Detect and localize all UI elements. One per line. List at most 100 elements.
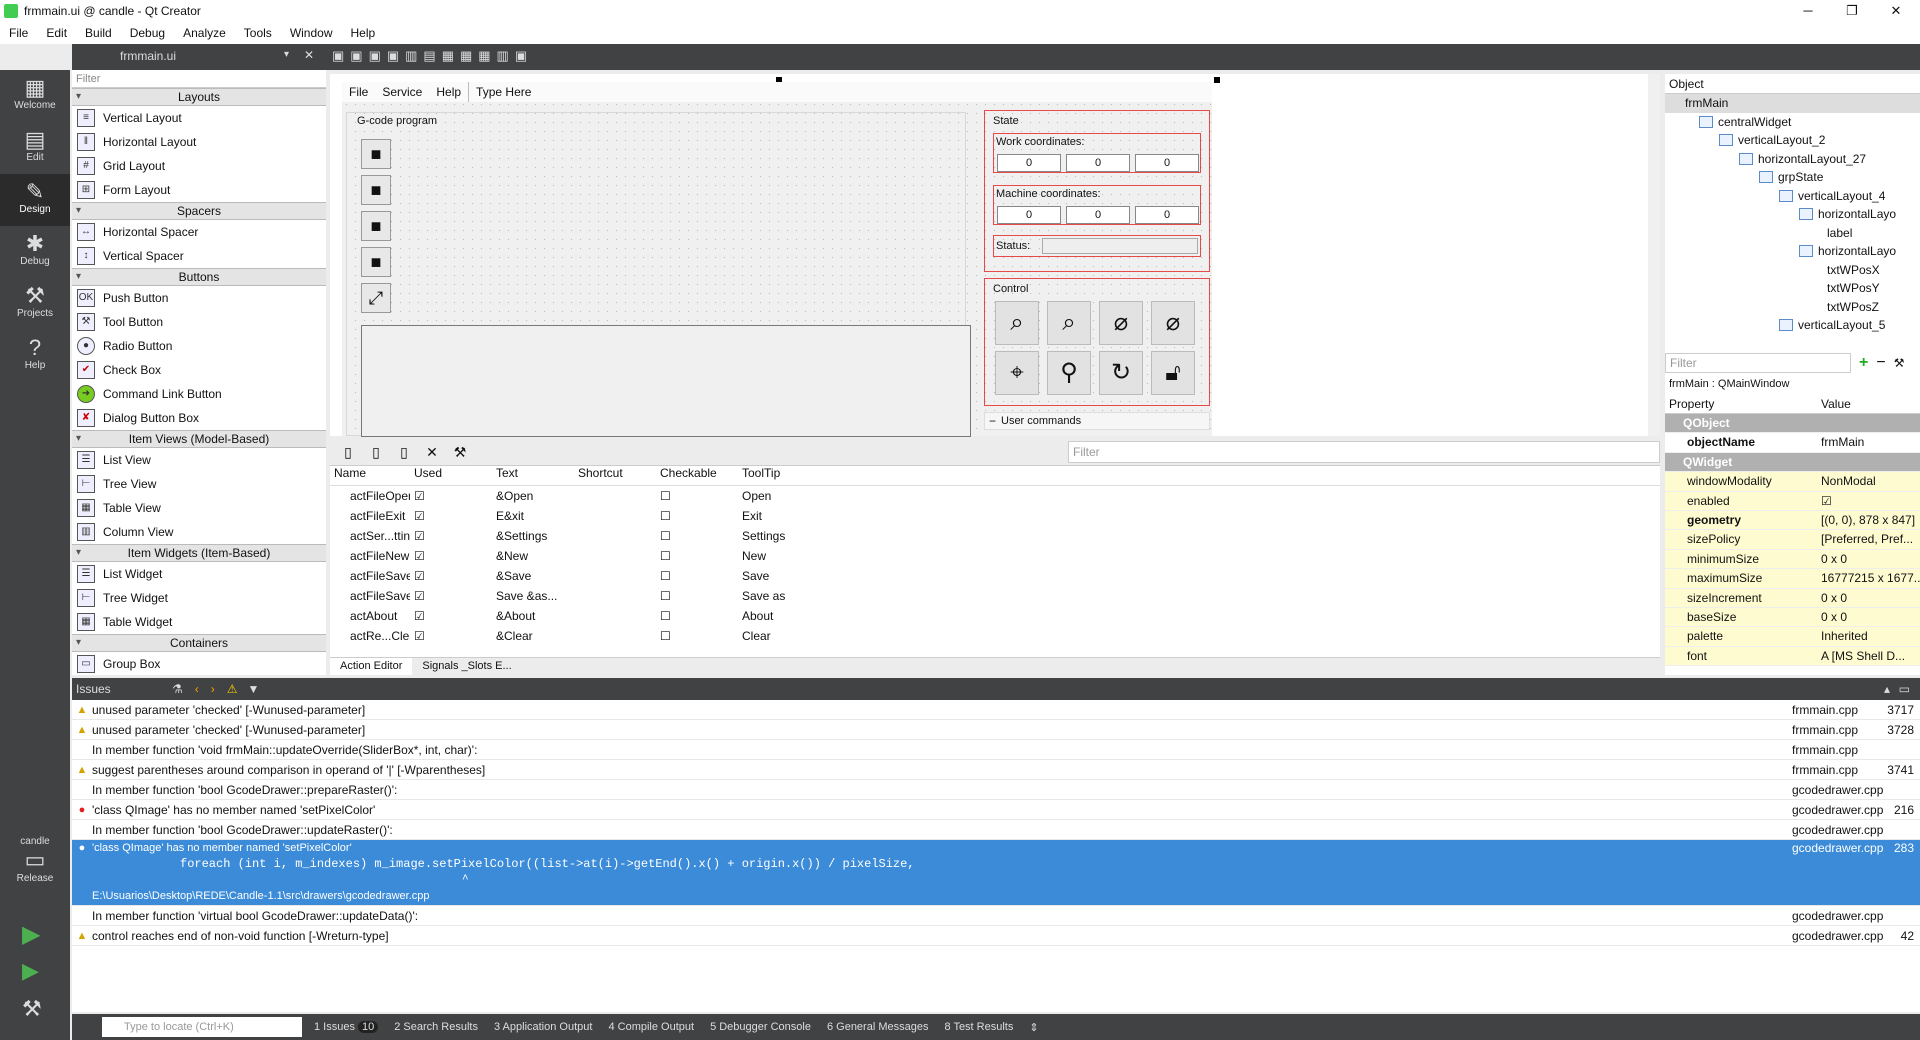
resize-handle-top-right[interactable]: [1214, 77, 1220, 83]
pane-general-messages[interactable]: 6 General Messages: [827, 1021, 929, 1033]
gcode-program-group[interactable]: G-code program ■ ■ ■ ■ ⤢: [346, 112, 971, 437]
action-checkable-checkbox[interactable]: ☐: [656, 626, 738, 646]
widget-form-layout[interactable]: ⊞ Form Layout: [72, 178, 326, 202]
action-checkable-checkbox[interactable]: ☐: [656, 546, 738, 566]
gcode-table-placeholder[interactable]: [361, 325, 971, 437]
menu-help[interactable]: Help: [342, 26, 385, 40]
widget-dialog-button-box[interactable]: ✘ Dialog Button Box: [72, 406, 326, 430]
menu-analyze[interactable]: Analyze: [174, 26, 235, 40]
close-button[interactable]: ✕: [1874, 0, 1918, 22]
work-x-field[interactable]: 0: [997, 154, 1061, 172]
form-canvas[interactable]: File Service Help Type Here G-code progr…: [342, 82, 1212, 437]
property-value[interactable]: 0 x 0: [1817, 608, 1920, 626]
widget-tree-view[interactable]: ⊢ Tree View: [72, 472, 326, 496]
menu-debug[interactable]: Debug: [121, 26, 174, 40]
widget-vertical-spacer[interactable]: ↕ Vertical Spacer: [72, 244, 326, 268]
work-z-field[interactable]: 0: [1135, 154, 1199, 172]
col-used[interactable]: Used: [410, 466, 492, 485]
action-checkable-checkbox[interactable]: ☐: [656, 526, 738, 546]
action-checkable-checkbox[interactable]: ☐: [656, 586, 738, 606]
tree-node-verticalLayout-4[interactable]: verticalLayout_4: [1665, 187, 1920, 206]
property-row[interactable]: baseSize 0 x 0: [1665, 607, 1920, 628]
action-checkable-checkbox[interactable]: ☐: [656, 606, 738, 626]
next-item-icon[interactable]: ›: [211, 682, 215, 696]
property-row[interactable]: palette Inherited: [1665, 627, 1920, 647]
action-used-checkbox[interactable]: ☑: [410, 486, 492, 506]
tree-node-horizontalLayout-b[interactable]: horizontalLayo: [1665, 242, 1920, 261]
configure-wrench-icon[interactable]: ⚒: [450, 443, 470, 461]
restore-origin-button[interactable]: ⌖: [995, 351, 1039, 395]
maximize-pane-icon[interactable]: ▴: [1884, 682, 1890, 696]
property-filter-input[interactable]: Filter: [1665, 353, 1851, 373]
issue-row[interactable]: In member function 'bool GcodeDrawer::pr…: [72, 780, 1920, 800]
property-value[interactable]: 0 x 0: [1817, 589, 1920, 607]
col-text[interactable]: Text: [492, 466, 574, 485]
configure-wrench-icon[interactable]: ⚒: [1894, 356, 1905, 370]
tree-node-label[interactable]: label: [1665, 224, 1920, 243]
action-checkable-checkbox[interactable]: ☐: [656, 566, 738, 586]
minimize-button[interactable]: ─: [1786, 0, 1830, 22]
show-warnings-icon[interactable]: ⚠: [227, 682, 238, 696]
issue-row-selected[interactable]: ● 'class QImage' has no member named 'se…: [72, 840, 1920, 906]
widget-horizontal-spacer[interactable]: ↔ Horizontal Spacer: [72, 220, 326, 244]
control-group[interactable]: Control ⌕ ⌕ ⌀ ⌀ ⌖ ⚲ ↻ 🔓︎: [984, 278, 1210, 406]
form-menu-file[interactable]: File: [342, 82, 375, 102]
machine-x-field[interactable]: 0: [997, 206, 1061, 224]
tree-node-horizontalLayout-27[interactable]: horizontalLayout_27: [1665, 150, 1920, 169]
issue-row[interactable]: ▲ unused parameter 'checked' [-Wunused-pa…: [72, 720, 1920, 740]
widget-radio-button[interactable]: ● Radio Button: [72, 334, 326, 358]
tree-node-verticalLayout-2[interactable]: verticalLayout_2: [1665, 131, 1920, 150]
issue-row[interactable]: ▲ unused parameter 'checked' [-Wunused-pa…: [72, 700, 1920, 720]
action-used-checkbox[interactable]: ☑: [410, 566, 492, 586]
widget-tree-widget[interactable]: ⊢ Tree Widget: [72, 586, 326, 610]
view-fit-button[interactable]: ⤢: [361, 283, 391, 313]
widget-filter-input[interactable]: Filter: [72, 70, 326, 88]
property-value[interactable]: NonModal: [1817, 472, 1920, 490]
pane-debugger-console[interactable]: 5 Debugger Console: [710, 1021, 811, 1033]
property-row[interactable]: sizePolicy [Preferred, Pref...: [1665, 530, 1920, 550]
maximize-button[interactable]: ❐: [1830, 0, 1874, 22]
category-item-views[interactable]: Item Views (Model-Based): [72, 430, 326, 448]
issue-row[interactable]: ▲ control reaches end of non-void functio…: [72, 926, 1920, 946]
property-value[interactable]: [(0, 0), 878 x 847]: [1817, 511, 1920, 529]
filter-by-category-icon[interactable]: ⚗: [172, 682, 183, 696]
view-front-button[interactable]: ■: [361, 211, 391, 241]
col-tooltip[interactable]: ToolTip: [738, 466, 858, 485]
action-used-checkbox[interactable]: ☑: [410, 586, 492, 606]
work-y-field[interactable]: 0: [1066, 154, 1130, 172]
property-value[interactable]: A [MS Shell D...: [1817, 647, 1920, 665]
action-row[interactable]: actRe...Clear☑ &Clear ☐ Clear: [330, 626, 1660, 646]
tree-node-txtWPosY[interactable]: txtWPosY: [1665, 279, 1920, 298]
category-layouts[interactable]: Layouts: [72, 88, 326, 106]
mode-edit[interactable]: ▤ Edit: [0, 122, 70, 174]
tree-node-centralWidget[interactable]: centralWidget: [1665, 113, 1920, 132]
view-iso-button[interactable]: ■: [361, 139, 391, 169]
property-row[interactable]: font A [MS Shell D...: [1665, 646, 1920, 667]
widget-horizontal-layout[interactable]: ‖ Horizontal Layout: [72, 130, 326, 154]
state-group[interactable]: State Work coordinates: 0 0 0 Machine co…: [984, 110, 1210, 272]
issue-row[interactable]: ● 'class QImage' has no member named 'set…: [72, 800, 1920, 820]
action-row[interactable]: actSer...ttings☑ &Settings ☐ Settings: [330, 526, 1660, 546]
add-dynamic-property-icon[interactable]: +: [1859, 354, 1868, 372]
form-menu-help[interactable]: Help: [429, 82, 468, 102]
menu-window[interactable]: Window: [281, 26, 342, 40]
issue-row[interactable]: ▲ suggest parentheses around comparison i…: [72, 760, 1920, 780]
zero-z-button[interactable]: ⌀: [1151, 301, 1195, 345]
pane-issues[interactable]: 1 Issues 10: [314, 1021, 379, 1033]
property-value[interactable]: Inherited: [1817, 627, 1920, 645]
property-row[interactable]: geometry [(0, 0), 878 x 847]: [1665, 510, 1920, 531]
menu-edit[interactable]: Edit: [37, 26, 76, 40]
category-buttons[interactable]: Buttons: [72, 268, 326, 286]
pane-compile-output[interactable]: 4 Compile Output: [608, 1021, 694, 1033]
open-file-combo[interactable]: frmmain.ui: [120, 49, 176, 63]
mode-help[interactable]: ? Help: [0, 330, 70, 382]
category-item-widgets[interactable]: Item Widgets (Item-Based): [72, 544, 326, 562]
col-name[interactable]: Name: [330, 466, 410, 485]
tree-node-verticalLayout-5[interactable]: verticalLayout_5: [1665, 316, 1920, 335]
pane-application-output[interactable]: 3 Application Output: [494, 1021, 592, 1033]
reset-button[interactable]: ↻: [1099, 351, 1143, 395]
tree-node-txtWPosZ[interactable]: txtWPosZ: [1665, 298, 1920, 317]
action-row[interactable]: actFileSave ☑ &Save ☐ Save: [330, 566, 1660, 586]
widget-check-box[interactable]: ✔ Check Box: [72, 358, 326, 382]
form-menu-type-here[interactable]: Type Here: [468, 82, 538, 102]
